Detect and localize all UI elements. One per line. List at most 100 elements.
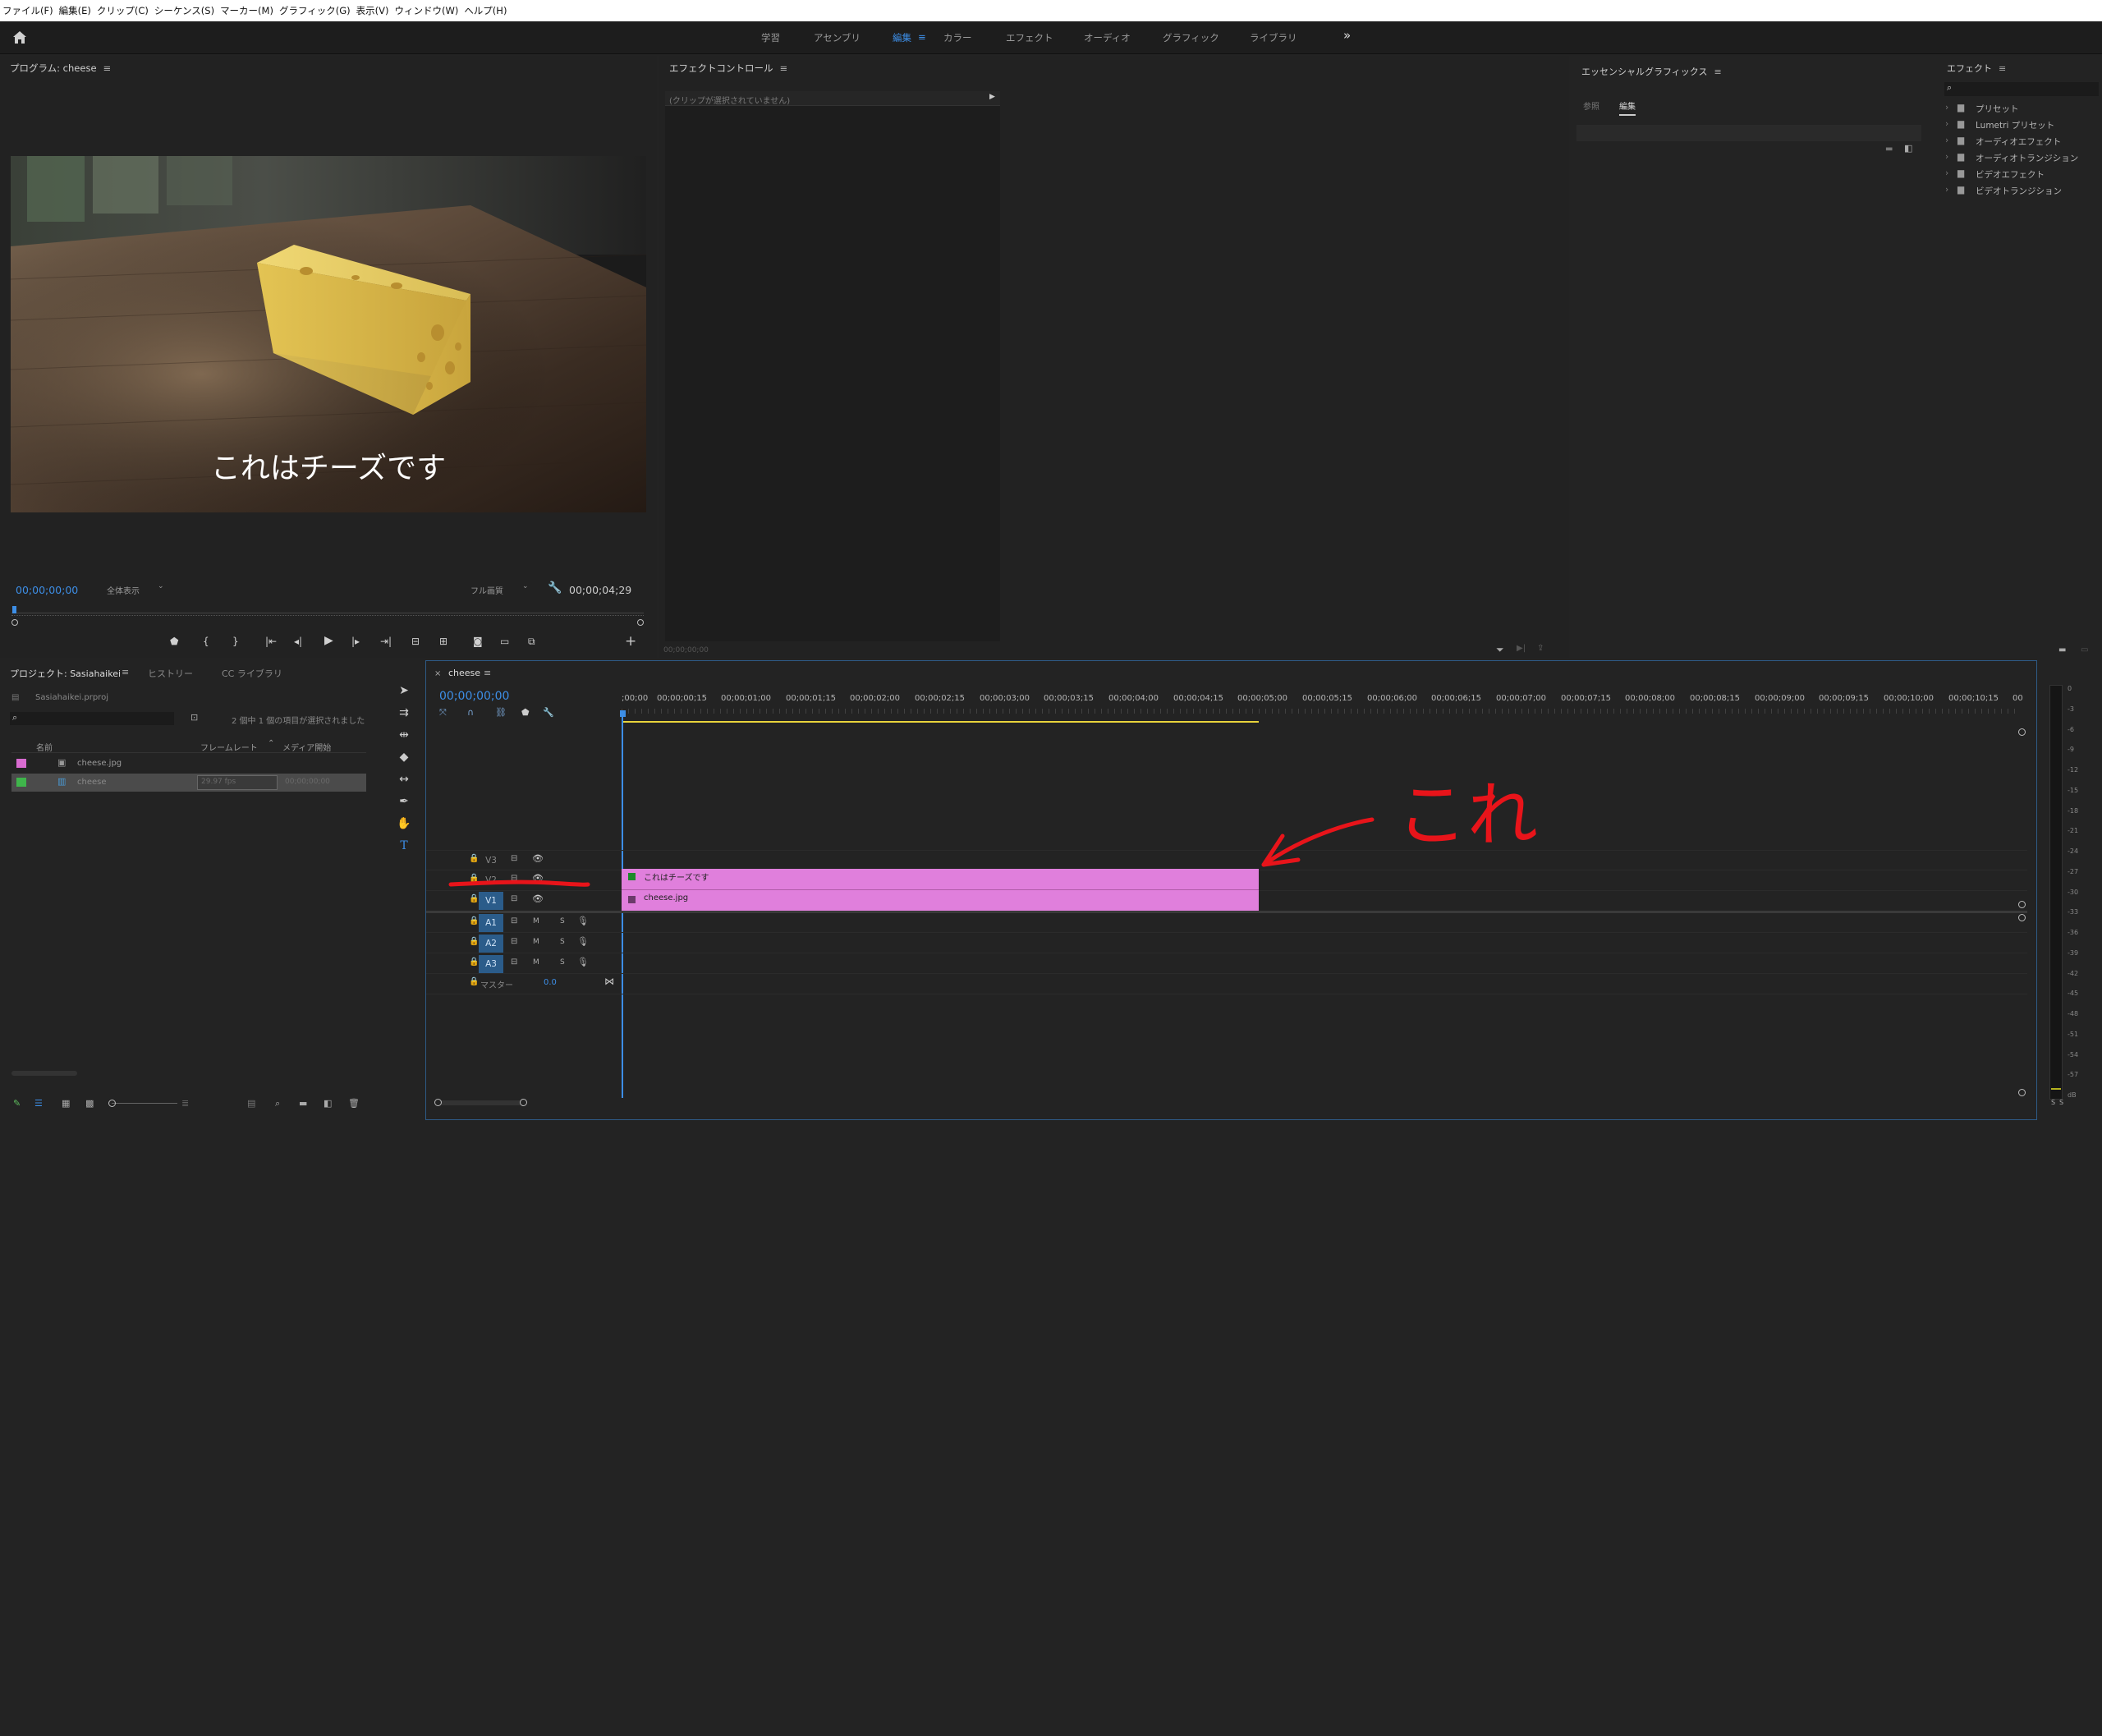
razor-tool-icon[interactable]: ◆ [396, 746, 412, 769]
effects-search-input[interactable]: ⌕ [1944, 82, 2099, 96]
solo-right-button[interactable]: S [2059, 1099, 2063, 1106]
in-range-handle[interactable] [11, 619, 18, 626]
go-to-in-icon[interactable]: |⇤ [265, 636, 277, 647]
playhead-marker[interactable] [12, 606, 16, 613]
quality-select[interactable]: フル画質 [470, 584, 503, 596]
zoom-slider-handle[interactable] [108, 1100, 116, 1107]
delete-icon[interactable]: ▭ [2081, 645, 2088, 654]
workspace-tab-audio[interactable]: オーディオ [1084, 31, 1131, 44]
wrench-settings-icon[interactable]: 🔧 [548, 581, 562, 595]
menu-sequence[interactable]: シーケンス(S) [154, 4, 214, 17]
workspace-menu-icon[interactable]: ≡ [918, 31, 926, 43]
new-bin-icon[interactable]: ▬ [2058, 645, 2066, 654]
timeline-zoom-scrollbar[interactable] [434, 1099, 527, 1106]
menu-help[interactable]: ヘルプ(H) [464, 4, 507, 17]
tab-cc-libraries[interactable]: CC ライブラリ [222, 667, 282, 680]
workspace-tab-effects[interactable]: エフェクト [1006, 31, 1053, 44]
label-color-swatch[interactable] [16, 778, 26, 787]
workspace-tab-learn[interactable]: 学習 [761, 31, 780, 44]
out-range-handle[interactable] [637, 619, 644, 626]
workspace-tab-color[interactable]: カラー [943, 31, 972, 44]
new-layer-icon[interactable]: ◧ [1904, 143, 1912, 154]
lift-icon[interactable]: ⊟ [411, 636, 420, 647]
workspace-tab-assembly[interactable]: アセンブリ [814, 31, 861, 44]
find-icon[interactable]: ⌕ [275, 1098, 280, 1109]
compare-view-icon[interactable]: ⧉ [528, 636, 535, 648]
tab-browse[interactable]: 参照 [1583, 99, 1599, 112]
program-scrubber[interactable] [11, 606, 644, 616]
pencil-writable-icon[interactable]: ✎ [13, 1098, 21, 1109]
video-preview[interactable]: これはチーズです [11, 156, 646, 512]
zoom-scroll-right-handle[interactable] [520, 1099, 527, 1106]
video-scroll-bottom-handle[interactable] [2018, 901, 2026, 908]
menu-graphics[interactable]: グラフィック(G) [279, 4, 351, 17]
column-media-start[interactable]: メディア開始 [282, 741, 331, 753]
more-workspaces-icon[interactable]: » [1343, 28, 1351, 43]
column-name[interactable]: 名前 [36, 741, 53, 753]
project-row-selected[interactable]: ▥ cheese 29.97 fps 00;00;00;00 [11, 774, 366, 792]
menu-file[interactable]: ファイル(F) [2, 4, 53, 17]
filter-icon[interactable]: ⏷ [1496, 644, 1504, 656]
pen-tool-icon[interactable]: ✒ [396, 791, 412, 813]
effects-item[interactable]: › ▆ オーディオエフェクト [1945, 135, 2101, 152]
ripple-edit-tool-icon[interactable]: ⇹ [396, 724, 412, 746]
export-frame-camera-icon[interactable]: ◙ [473, 636, 483, 647]
go-to-out-icon[interactable]: ⇥| [380, 636, 392, 647]
panel-menu-icon[interactable]: ≡ [122, 667, 129, 677]
effects-item[interactable]: › ▆ プリセット [1945, 103, 2101, 119]
effects-item[interactable]: › ▆ オーディオトランジション [1945, 152, 2101, 168]
safe-margins-icon[interactable]: ▭ [500, 636, 509, 647]
effects-item[interactable]: › ▆ Lumetri プリセット [1945, 119, 2101, 135]
menu-clip[interactable]: クリップ(C) [97, 4, 149, 17]
zoom-select[interactable]: 全体表示 [107, 584, 140, 596]
slip-tool-icon[interactable]: ↔ [396, 769, 412, 791]
effects-item[interactable]: › ▆ ビデオエフェクト [1945, 168, 2101, 185]
new-bin-icon[interactable]: ▬ [299, 1098, 307, 1109]
automate-to-sequence-icon[interactable]: ▤ [247, 1098, 255, 1109]
folder-icon[interactable]: ▬ [1885, 145, 1893, 154]
extract-icon[interactable]: ⊞ [439, 636, 447, 647]
workspace-tab-edit[interactable]: 編集 [893, 31, 911, 44]
tab-project[interactable]: プロジェクト: Sasiahaikei [10, 667, 121, 680]
step-forward-icon[interactable]: |▸ [351, 636, 360, 647]
horizontal-scrollbar[interactable] [11, 1071, 77, 1076]
freeform-view-icon[interactable]: ▩ [85, 1098, 94, 1109]
new-search-bin-icon[interactable]: ⊡ [190, 712, 198, 723]
expand-arrow-icon[interactable]: ▶ [989, 93, 995, 101]
panel-menu-icon[interactable]: ≡ [103, 62, 112, 74]
track-select-tool-icon[interactable]: ⇉ [396, 702, 412, 724]
workspace-tab-graphics[interactable]: グラフィック [1163, 31, 1219, 44]
label-color-swatch[interactable] [16, 759, 26, 768]
project-row[interactable]: ▣ cheese.jpg [11, 755, 366, 773]
home-icon[interactable] [12, 30, 27, 44]
sort-icons-icon[interactable]: ≣ [181, 1098, 189, 1109]
solo-left-button[interactable]: S [2051, 1099, 2055, 1106]
sort-ascending-icon[interactable]: ⌃ [268, 739, 274, 748]
tab-edit[interactable]: 編集 [1619, 99, 1636, 116]
add-marker-icon[interactable]: ⬟ [170, 636, 178, 647]
list-view-icon[interactable]: ☰ [34, 1098, 43, 1109]
add-button-icon[interactable]: + [625, 633, 636, 650]
new-item-icon[interactable]: ◧ [324, 1098, 332, 1109]
column-framerate[interactable]: フレームレート [200, 741, 258, 753]
menu-marker[interactable]: マーカー(M) [220, 4, 273, 17]
quality-chevron-down-icon[interactable]: ⌄ [522, 582, 529, 590]
panel-menu-icon[interactable]: ≡ [1714, 67, 1721, 77]
step-back-icon[interactable]: ◂| [294, 636, 302, 647]
panel-menu-icon[interactable]: ≡ [1999, 63, 2006, 74]
menu-edit[interactable]: 編集(E) [59, 4, 91, 17]
project-search-input[interactable]: ⌕ [10, 712, 174, 725]
zoom-chevron-down-icon[interactable]: ⌄ [158, 582, 164, 590]
selection-tool-icon[interactable]: ➤ [396, 680, 412, 702]
mark-out-icon[interactable]: } [232, 636, 239, 647]
type-tool-icon[interactable]: T [396, 835, 412, 857]
audio-scroll-top-handle[interactable] [2018, 914, 2026, 921]
menu-window[interactable]: ウィンドウ(W) [394, 4, 458, 17]
program-timecode-current[interactable]: 00;00;00;00 [16, 584, 78, 596]
menu-view[interactable]: 表示(V) [356, 4, 389, 17]
mark-in-icon[interactable]: { [203, 636, 209, 647]
audio-scroll-bottom-handle[interactable] [2018, 1089, 2026, 1096]
zoom-scroll-left-handle[interactable] [434, 1099, 442, 1106]
export-icon[interactable]: ⇪ [1537, 644, 1544, 653]
play-audio-icon[interactable]: ▶| [1517, 644, 1526, 653]
